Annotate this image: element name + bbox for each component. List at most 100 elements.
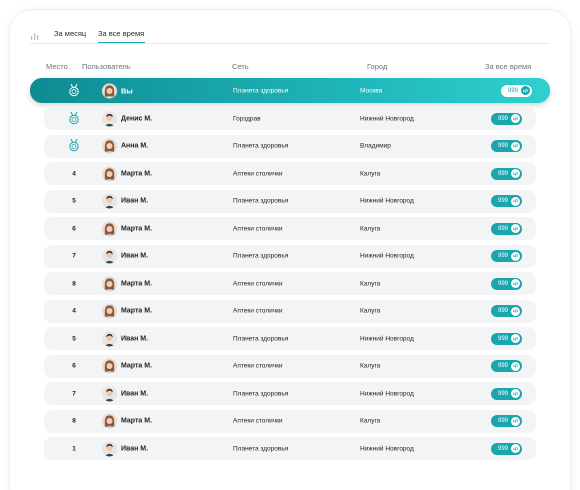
avatar: [102, 166, 117, 181]
coin-icon: ЦП: [511, 306, 520, 316]
city-name: Калуга: [360, 280, 381, 287]
table-row[interactable]: 4 Марта М. Аптеки столички Калуга 999 ЦП: [44, 162, 536, 185]
score-value: 999: [497, 225, 508, 232]
avatar: [102, 386, 117, 401]
avatar: [102, 193, 117, 209]
score-badge[interactable]: 999 ЦП: [490, 140, 522, 152]
place-cell: 8: [72, 280, 76, 287]
avatar: [102, 358, 117, 374]
user-name: Анна М.: [121, 142, 149, 150]
table-row[interactable]: Денис М. Горздрав Нижний Новгород 999 ЦП: [44, 107, 536, 130]
table-row[interactable]: 6 Марта М. Аптеки столички Калуга 999 ЦП: [44, 354, 536, 378]
score-badge[interactable]: 999 ЦП: [490, 222, 522, 235]
coin-icon: ЦП: [511, 416, 520, 426]
user-name: Денис М.: [121, 115, 153, 122]
score-badge[interactable]: 999 ЦП: [490, 387, 522, 400]
score-badge[interactable]: 999 ЦП: [490, 167, 522, 180]
coin-icon: ЦП: [511, 114, 520, 123]
medal-icon: [68, 83, 80, 96]
table-row[interactable]: 8 Марта М. Аптеки столички Калуга 999 ЦП: [44, 409, 536, 433]
avatar: [102, 441, 117, 456]
table-row[interactable]: 5 Иван М. Планета здоровья Нижний Новгород 9…: [44, 327, 536, 350]
user-name: Иван М.: [121, 252, 149, 260]
user-name: Марта М.: [121, 170, 153, 177]
network-name: Планета здоровья: [233, 445, 289, 452]
coin-icon: ЦП: [511, 251, 520, 261]
table-row[interactable]: Анна М. Планета здоровья Владимир 999 ЦП: [44, 134, 536, 158]
score-badge[interactable]: 999 ЦП: [490, 305, 522, 317]
coin-icon: ЦП: [511, 196, 520, 206]
table-row[interactable]: 6 Марта М. Аптеки столички Калуга 999 ЦП: [44, 217, 536, 240]
avatar: [102, 221, 117, 236]
medal-icon: [68, 138, 80, 152]
tabs-divider: [30, 43, 550, 44]
place-cell: 1: [72, 445, 76, 452]
score-value: 999: [497, 418, 508, 424]
score-badge[interactable]: 999 ЦП: [490, 332, 522, 345]
network-name: Аптеки столички: [233, 307, 283, 315]
tab-all-time[interactable]: За все время: [98, 29, 146, 43]
city-name: Москва: [360, 87, 383, 94]
score-value: 999: [497, 280, 508, 287]
score-value: 999: [497, 170, 508, 177]
place-cell: 4: [72, 170, 76, 177]
score-badge[interactable]: 999 ЦП: [490, 250, 522, 262]
table-row[interactable]: 5 Иван М. Планета здоровья Нижний Новгород 9…: [44, 189, 536, 213]
score-badge[interactable]: 999 ЦП: [490, 277, 522, 290]
avatar: [102, 83, 117, 98]
user-name: Вы: [121, 86, 133, 95]
table-header: Место Пользователь Сеть Город За все вре…: [10, 62, 570, 74]
avatar: [102, 111, 117, 126]
city-name: Нижний Новгород: [360, 390, 414, 397]
table-row[interactable]: 1 Иван М. Планета здоровья Нижний Новгород 9…: [44, 437, 536, 460]
place-cell: [63, 83, 85, 98]
network-name: Аптеки столички: [233, 362, 283, 370]
score-badge[interactable]: 999 ЦП: [490, 415, 522, 427]
place-cell: [63, 111, 85, 126]
score-badge[interactable]: 999 ЦП: [490, 442, 522, 455]
network-name: Планета здоровья: [233, 197, 289, 205]
coin-icon: ЦП: [511, 169, 520, 178]
place-cell: 6: [72, 225, 76, 232]
city-name: Нижний Новгород: [360, 115, 414, 122]
network-name: Планета здоровья: [233, 252, 289, 260]
coin-icon: ЦП: [511, 279, 520, 288]
user-name: Марта М.: [121, 307, 153, 315]
tab-month[interactable]: За месяц: [54, 29, 86, 38]
user-name: Марта М.: [121, 417, 153, 425]
network-name: Планета здоровья: [233, 335, 289, 342]
coin-icon: ЦП: [511, 334, 520, 343]
score-value: 999: [497, 390, 508, 397]
table-row[interactable]: 4 Марта М. Аптеки столички Калуга 999 ЦП: [44, 299, 536, 323]
table-row[interactable]: 7 Иван М. Планета здоровья Нижний Новгород 9…: [44, 244, 536, 268]
place-cell: 4: [72, 307, 76, 315]
city-name: Нижний Новгород: [360, 335, 414, 342]
table-row[interactable]: 7 Иван М. Планета здоровья Нижний Новгород 9…: [44, 382, 536, 405]
column-header-city: Город: [367, 62, 388, 71]
network-name: Планета здоровья: [233, 390, 289, 397]
column-header-network: Сеть: [232, 62, 249, 71]
score-value: 999: [497, 335, 508, 342]
score-badge[interactable]: 999 ЦП: [490, 112, 522, 125]
user-name: Иван М.: [121, 197, 149, 205]
score-value: 999: [497, 115, 508, 122]
leaderboard-card: За месяц За все время Место Пользователь…: [10, 10, 570, 490]
coin-icon: ЦП: [511, 224, 520, 233]
network-name: Аптеки столички: [233, 280, 283, 287]
avatar: [102, 138, 117, 154]
score-value: 999: [507, 87, 518, 94]
score-value: 999: [497, 253, 508, 259]
score-value: 999: [497, 445, 508, 452]
current-user-row[interactable]: Вы Планета здоровья Москва 999 ЦП: [30, 78, 550, 103]
score-value: 999: [497, 198, 508, 204]
score-badge[interactable]: 999 ЦП: [490, 360, 522, 372]
score-badge[interactable]: 999 ЦП: [500, 84, 532, 97]
table-row[interactable]: 8 Марта М. Аптеки столички Калуга 999 ЦП: [44, 272, 536, 295]
score-value: 999: [497, 308, 508, 314]
column-header-place: Место: [46, 62, 68, 71]
user-name: Марта М.: [121, 362, 153, 370]
user-name: Марта М.: [121, 280, 153, 287]
coin-icon: ЦП: [511, 389, 520, 398]
avatar: [102, 303, 117, 319]
score-badge[interactable]: 999 ЦП: [490, 195, 522, 207]
